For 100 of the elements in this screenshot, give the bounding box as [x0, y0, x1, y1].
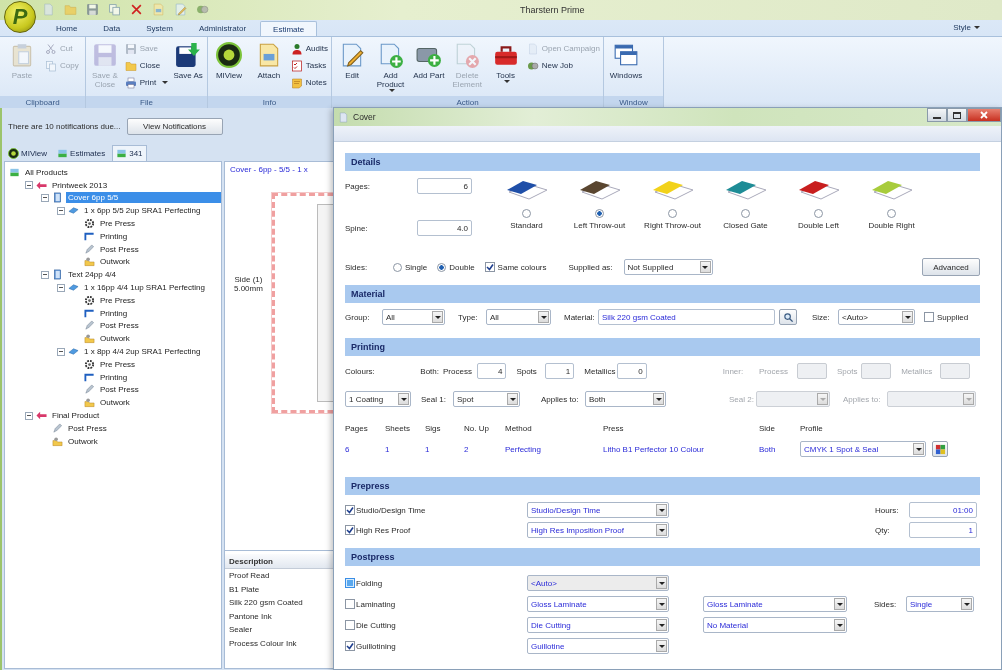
tree-item[interactable]: Outwork — [66, 435, 100, 447]
ribbon-button[interactable]: MIView — [211, 40, 247, 96]
ribbon-tab[interactable]: System — [134, 21, 185, 36]
tree-item[interactable]: 1 x 16pp 4/4 1up SRA1 Perfecting — [82, 282, 207, 294]
checkbox[interactable] — [345, 620, 355, 630]
tree-item[interactable]: Outwork — [98, 397, 132, 409]
dropdown[interactable]: Gloss Laminate — [703, 596, 847, 612]
pages-field[interactable]: 6 — [417, 178, 472, 194]
coating-dropdown[interactable]: 1 Coating — [345, 391, 411, 407]
spine-field[interactable]: 4.0 — [417, 220, 472, 236]
checkbox[interactable] — [345, 641, 355, 651]
tree-item[interactable]: Pre Press — [98, 218, 138, 230]
radio-button[interactable] — [437, 262, 447, 272]
close-button[interactable] — [967, 108, 1001, 122]
tree-item[interactable]: Outwork — [98, 256, 132, 268]
profile-dropdown[interactable]: CMYK 1 Spot & Seal — [800, 441, 926, 457]
tree-item[interactable]: Post Press — [98, 243, 141, 255]
number-field[interactable]: 1 — [544, 363, 575, 379]
dropdown[interactable]: Die Cutting — [527, 617, 669, 633]
tree-item[interactable]: Printing — [98, 307, 130, 319]
document-tab[interactable]: Estimates — [54, 145, 109, 161]
radio-button[interactable] — [887, 209, 896, 218]
expander-icon[interactable] — [41, 270, 49, 279]
group-dropdown[interactable]: All — [382, 309, 445, 325]
tree-item[interactable]: 1 x 8pp 4/4 2up SRA1 Perfecting — [82, 346, 203, 358]
ribbon-button[interactable]: Windows — [607, 40, 645, 96]
supplied-as-dropdown[interactable]: Not Supplied — [623, 259, 713, 275]
ribbon-group-label: Window — [604, 96, 663, 108]
number-field[interactable]: 0 — [616, 363, 647, 379]
tree-item[interactable]: Printing — [98, 371, 130, 383]
radio-button[interactable] — [522, 209, 531, 218]
ribbon-tab[interactable]: Estimate — [260, 21, 318, 36]
binding-style-label: Closed Gate — [723, 221, 768, 230]
dropdown[interactable]: Gloss Laminate — [527, 596, 669, 612]
ribbon-button[interactable]: Attach — [250, 40, 287, 96]
color-profile-button[interactable] — [932, 441, 948, 457]
document-tab[interactable]: MIView — [5, 145, 51, 161]
tree-item[interactable]: Post Press — [98, 384, 141, 396]
tree-item[interactable]: Pre Press — [98, 294, 138, 306]
tree-item[interactable]: Pre Press — [98, 358, 138, 370]
checkbox[interactable] — [345, 578, 355, 588]
number-field[interactable]: 4 — [476, 363, 507, 379]
tree-item[interactable]: Printing — [98, 230, 130, 242]
checkbox[interactable] — [484, 262, 495, 272]
checkbox[interactable] — [345, 599, 355, 609]
checkbox[interactable] — [345, 525, 355, 535]
ribbon-tab[interactable]: Data — [91, 21, 133, 36]
radio-button[interactable] — [668, 209, 677, 218]
document-tab[interactable]: 341 — [112, 145, 147, 161]
tree-item[interactable]: Printweek 2013 — [50, 179, 110, 191]
style-menu[interactable]: Style — [953, 23, 980, 32]
radio-button[interactable] — [393, 262, 402, 272]
expander-icon[interactable] — [57, 283, 65, 292]
ribbon-button[interactable]: Tools — [488, 40, 523, 96]
tree-item[interactable]: Final Product — [50, 410, 102, 422]
type-dropdown[interactable]: All — [486, 309, 551, 325]
ribbon-button[interactable]: Tasks — [290, 59, 328, 72]
dropdown[interactable]: No Material — [703, 617, 847, 633]
checkbox[interactable] — [345, 505, 355, 515]
tree-item[interactable]: Text 24pp 4/4 — [66, 269, 119, 281]
ribbon-button[interactable]: Close — [124, 59, 169, 72]
ribbon-button[interactable]: Print — [124, 76, 169, 89]
ribbon-button[interactable]: Audits — [290, 42, 328, 55]
tree-item[interactable]: Post Press — [98, 320, 141, 332]
ribbon-button[interactable]: Notes — [290, 76, 328, 89]
ribbon-button[interactable]: Edit — [335, 40, 370, 96]
ribbon-button[interactable]: Add Product — [373, 40, 408, 96]
dropdown[interactable]: High Res Imposition Proof — [527, 522, 669, 538]
radio-button[interactable] — [741, 209, 750, 218]
sides-dropdown[interactable]: Single — [906, 596, 974, 612]
expander-icon[interactable] — [57, 206, 65, 215]
material-field[interactable]: Silk 220 gsm Coated — [598, 309, 775, 325]
dropdown[interactable]: Guillotine — [527, 638, 669, 654]
ribbon-tab[interactable]: Home — [44, 21, 90, 36]
maximize-button[interactable] — [947, 108, 967, 122]
tree-item[interactable]: 1 x 6pp 5/5 2up SRA1 Perfecting — [82, 205, 203, 217]
search-button[interactable] — [779, 309, 797, 325]
number-field[interactable]: 01:00 — [909, 502, 977, 518]
view-notifications-button[interactable]: View Notifications — [126, 118, 223, 135]
expander-icon[interactable] — [25, 181, 33, 190]
advanced-button[interactable]: Advanced — [922, 258, 980, 276]
minimize-button[interactable] — [927, 108, 947, 122]
radio-button[interactable] — [814, 209, 823, 218]
ribbon-tab[interactable]: Administrator — [186, 21, 259, 36]
expander-icon[interactable] — [57, 347, 65, 356]
tree-item[interactable]: All Products — [23, 166, 70, 178]
tree-item[interactable]: Outwork — [98, 333, 132, 345]
checkbox[interactable] — [924, 312, 934, 322]
number-field[interactable]: 1 — [909, 522, 977, 538]
dropdown[interactable]: Both — [585, 391, 666, 407]
expander-icon[interactable] — [25, 411, 33, 420]
radio-button[interactable] — [595, 209, 604, 218]
expander-icon[interactable] — [41, 194, 49, 202]
dropdown[interactable]: Spot — [453, 391, 520, 407]
ribbon-button[interactable]: New Job — [526, 59, 600, 72]
dropdown[interactable]: Studio/Design Time — [527, 502, 669, 518]
tree-item[interactable]: Post Press — [66, 422, 109, 434]
ribbon-button[interactable]: Add Part — [411, 40, 447, 96]
ribbon-button[interactable]: Save As — [172, 40, 204, 96]
size-dropdown[interactable]: <Auto> — [838, 309, 915, 325]
